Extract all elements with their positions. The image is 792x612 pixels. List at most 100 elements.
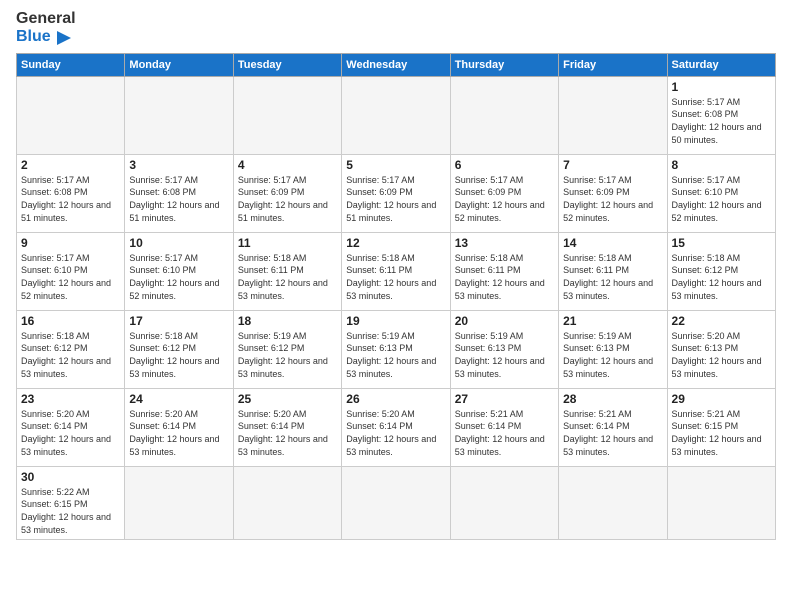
logo-blue: Blue bbox=[16, 28, 76, 46]
day-info: Sunrise: 5:17 AMSunset: 6:09 PMDaylight:… bbox=[563, 174, 662, 224]
day-number: 15 bbox=[672, 236, 771, 250]
calendar-cell bbox=[667, 466, 775, 539]
day-info: Sunrise: 5:21 AMSunset: 6:14 PMDaylight:… bbox=[455, 408, 554, 458]
weekday-header-friday: Friday bbox=[559, 53, 667, 76]
page: General Blue SundayMondayTuesdayWednesda… bbox=[0, 0, 792, 550]
calendar-cell: 3Sunrise: 5:17 AMSunset: 6:08 PMDaylight… bbox=[125, 154, 233, 232]
calendar-cell: 15Sunrise: 5:18 AMSunset: 6:12 PMDayligh… bbox=[667, 232, 775, 310]
weekday-header-thursday: Thursday bbox=[450, 53, 558, 76]
calendar-cell: 22Sunrise: 5:20 AMSunset: 6:13 PMDayligh… bbox=[667, 310, 775, 388]
logo-triangle-icon bbox=[53, 29, 71, 47]
day-number: 24 bbox=[129, 392, 228, 406]
calendar-week-3: 9Sunrise: 5:17 AMSunset: 6:10 PMDaylight… bbox=[17, 232, 776, 310]
logo-text: General Blue bbox=[16, 10, 76, 47]
day-info: Sunrise: 5:22 AMSunset: 6:15 PMDaylight:… bbox=[21, 486, 120, 536]
calendar-cell bbox=[559, 466, 667, 539]
calendar-cell: 5 Sunrise: 5:17 AMSunset: 6:09 PMDaylight… bbox=[342, 154, 450, 232]
calendar-cell: 8 Sunrise: 5:17 AMSunset: 6:10 PMDaylight… bbox=[667, 154, 775, 232]
calendar-cell: 25 Sunrise: 5:20 AMSunset: 6:14 PMDayligh… bbox=[233, 388, 341, 466]
day-number: 25 bbox=[238, 392, 337, 406]
calendar-cell: 10 Sunrise: 5:17 AMSunset: 6:10 PMDayligh… bbox=[125, 232, 233, 310]
day-number: 27 bbox=[455, 392, 554, 406]
calendar-cell bbox=[233, 466, 341, 539]
day-number: 30 bbox=[21, 470, 120, 484]
day-number: 4 bbox=[238, 158, 337, 172]
calendar-cell: 4 Sunrise: 5:17 AMSunset: 6:09 PMDaylight… bbox=[233, 154, 341, 232]
day-info: Sunrise: 5:18 AMSunset: 6:12 PMDaylight:… bbox=[21, 330, 120, 380]
day-number: 14 bbox=[563, 236, 662, 250]
calendar-cell bbox=[233, 76, 341, 154]
day-info: Sunrise: 5:17 AMSunset: 6:08 PMDaylight:… bbox=[21, 174, 120, 224]
day-number: 13 bbox=[455, 236, 554, 250]
calendar-cell bbox=[450, 76, 558, 154]
day-number: 12 bbox=[346, 236, 445, 250]
calendar-cell: 6Sunrise: 5:17 AMSunset: 6:09 PMDaylight… bbox=[450, 154, 558, 232]
day-info: Sunrise: 5:18 AMSunset: 6:11 PMDaylight:… bbox=[346, 252, 445, 302]
calendar-cell bbox=[342, 76, 450, 154]
day-number: 5 bbox=[346, 158, 445, 172]
calendar-table: SundayMondayTuesdayWednesdayThursdayFrid… bbox=[16, 53, 776, 540]
calendar-cell: 9Sunrise: 5:17 AMSunset: 6:10 PMDaylight… bbox=[17, 232, 125, 310]
day-info: Sunrise: 5:18 AMSunset: 6:11 PMDaylight:… bbox=[238, 252, 337, 302]
day-info: Sunrise: 5:20 AMSunset: 6:14 PMDaylight:… bbox=[21, 408, 120, 458]
calendar-cell: 21Sunrise: 5:19 AMSunset: 6:13 PMDayligh… bbox=[559, 310, 667, 388]
day-info: Sunrise: 5:19 AMSunset: 6:13 PMDaylight:… bbox=[346, 330, 445, 380]
calendar-cell: 29 Sunrise: 5:21 AMSunset: 6:15 PMDayligh… bbox=[667, 388, 775, 466]
calendar-week-2: 2Sunrise: 5:17 AMSunset: 6:08 PMDaylight… bbox=[17, 154, 776, 232]
weekday-header-sunday: Sunday bbox=[17, 53, 125, 76]
day-info: Sunrise: 5:18 AMSunset: 6:11 PMDaylight:… bbox=[455, 252, 554, 302]
calendar-week-6: 30 Sunrise: 5:22 AMSunset: 6:15 PMDayligh… bbox=[17, 466, 776, 539]
logo: General Blue bbox=[16, 10, 76, 47]
day-info: Sunrise: 5:17 AMSunset: 6:09 PMDaylight:… bbox=[455, 174, 554, 224]
day-info: Sunrise: 5:17 AMSunset: 6:10 PMDaylight:… bbox=[21, 252, 120, 302]
calendar-cell: 20 Sunrise: 5:19 AMSunset: 6:13 PMDayligh… bbox=[450, 310, 558, 388]
weekday-header-wednesday: Wednesday bbox=[342, 53, 450, 76]
calendar-cell bbox=[559, 76, 667, 154]
calendar-week-5: 23 Sunrise: 5:20 AMSunset: 6:14 PMDayligh… bbox=[17, 388, 776, 466]
calendar-cell bbox=[342, 466, 450, 539]
day-number: 22 bbox=[672, 314, 771, 328]
calendar-cell: 7 Sunrise: 5:17 AMSunset: 6:09 PMDaylight… bbox=[559, 154, 667, 232]
calendar-cell: 11 Sunrise: 5:18 AMSunset: 6:11 PMDayligh… bbox=[233, 232, 341, 310]
calendar-cell: 18Sunrise: 5:19 AMSunset: 6:12 PMDayligh… bbox=[233, 310, 341, 388]
day-number: 20 bbox=[455, 314, 554, 328]
day-info: Sunrise: 5:17 AMSunset: 6:09 PMDaylight:… bbox=[238, 174, 337, 224]
day-number: 11 bbox=[238, 236, 337, 250]
day-info: Sunrise: 5:17 AMSunset: 6:09 PMDaylight:… bbox=[346, 174, 445, 224]
calendar-cell: 1 Sunrise: 5:17 AMSunset: 6:08 PMDaylight… bbox=[667, 76, 775, 154]
calendar-cell: 26Sunrise: 5:20 AMSunset: 6:14 PMDayligh… bbox=[342, 388, 450, 466]
weekday-header-tuesday: Tuesday bbox=[233, 53, 341, 76]
day-number: 17 bbox=[129, 314, 228, 328]
day-number: 1 bbox=[672, 80, 771, 94]
calendar-cell bbox=[125, 76, 233, 154]
day-number: 29 bbox=[672, 392, 771, 406]
calendar-cell: 28Sunrise: 5:21 AMSunset: 6:14 PMDayligh… bbox=[559, 388, 667, 466]
day-number: 19 bbox=[346, 314, 445, 328]
day-info: Sunrise: 5:20 AMSunset: 6:14 PMDaylight:… bbox=[129, 408, 228, 458]
day-info: Sunrise: 5:21 AMSunset: 6:15 PMDaylight:… bbox=[672, 408, 771, 458]
day-info: Sunrise: 5:17 AMSunset: 6:08 PMDaylight:… bbox=[672, 96, 771, 146]
day-number: 23 bbox=[21, 392, 120, 406]
day-info: Sunrise: 5:19 AMSunset: 6:13 PMDaylight:… bbox=[563, 330, 662, 380]
day-number: 7 bbox=[563, 158, 662, 172]
day-number: 16 bbox=[21, 314, 120, 328]
calendar-cell: 17 Sunrise: 5:18 AMSunset: 6:12 PMDayligh… bbox=[125, 310, 233, 388]
calendar-cell bbox=[450, 466, 558, 539]
day-number: 8 bbox=[672, 158, 771, 172]
day-info: Sunrise: 5:17 AMSunset: 6:10 PMDaylight:… bbox=[129, 252, 228, 302]
day-info: Sunrise: 5:18 AMSunset: 6:12 PMDaylight:… bbox=[129, 330, 228, 380]
calendar-cell: 30 Sunrise: 5:22 AMSunset: 6:15 PMDayligh… bbox=[17, 466, 125, 539]
weekday-header-saturday: Saturday bbox=[667, 53, 775, 76]
day-info: Sunrise: 5:20 AMSunset: 6:14 PMDaylight:… bbox=[346, 408, 445, 458]
calendar-cell: 2Sunrise: 5:17 AMSunset: 6:08 PMDaylight… bbox=[17, 154, 125, 232]
day-info: Sunrise: 5:19 AMSunset: 6:13 PMDaylight:… bbox=[455, 330, 554, 380]
calendar-cell: 13 Sunrise: 5:18 AMSunset: 6:11 PMDayligh… bbox=[450, 232, 558, 310]
calendar-cell: 23 Sunrise: 5:20 AMSunset: 6:14 PMDayligh… bbox=[17, 388, 125, 466]
calendar-cell bbox=[125, 466, 233, 539]
day-info: Sunrise: 5:19 AMSunset: 6:12 PMDaylight:… bbox=[238, 330, 337, 380]
day-info: Sunrise: 5:20 AMSunset: 6:14 PMDaylight:… bbox=[238, 408, 337, 458]
day-number: 10 bbox=[129, 236, 228, 250]
day-info: Sunrise: 5:17 AMSunset: 6:10 PMDaylight:… bbox=[672, 174, 771, 224]
day-number: 3 bbox=[129, 158, 228, 172]
calendar-cell: 24 Sunrise: 5:20 AMSunset: 6:14 PMDayligh… bbox=[125, 388, 233, 466]
